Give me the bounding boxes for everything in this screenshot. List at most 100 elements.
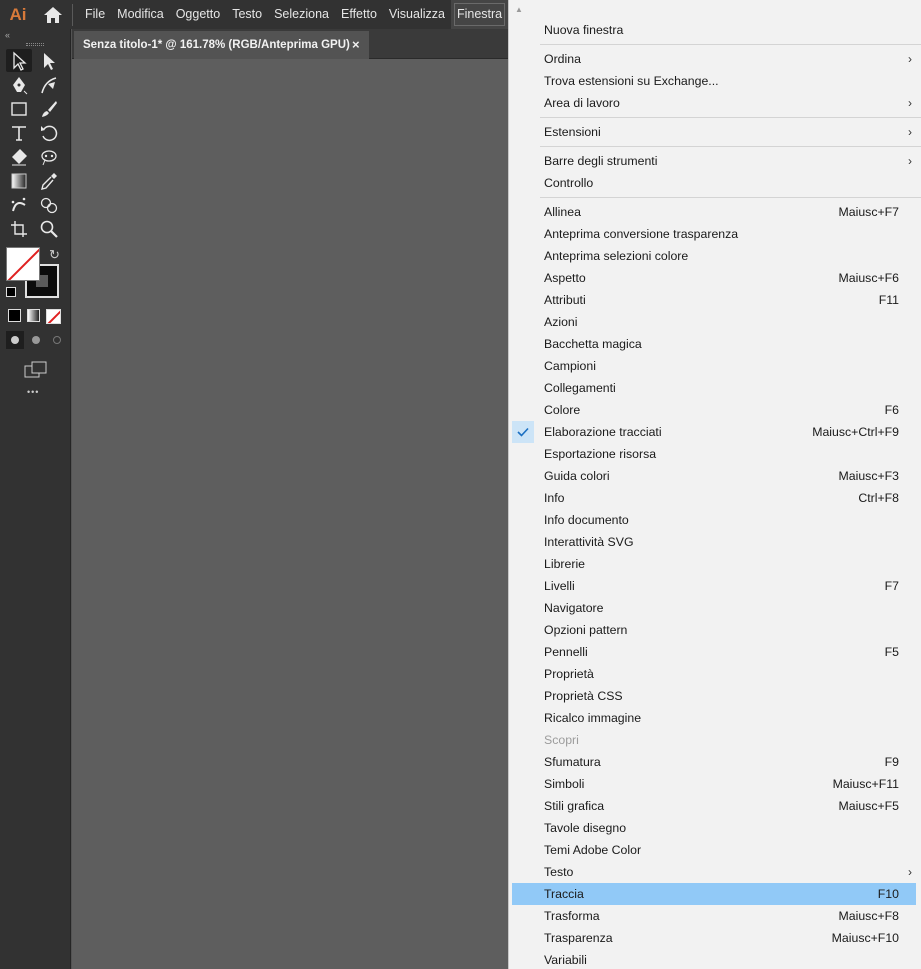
menu-item-label: Anteprima conversione trasparenza: [544, 227, 739, 241]
menu-finestra[interactable]: Finestra: [450, 0, 509, 29]
menu-item-label: Colore: [544, 403, 581, 417]
pen-tool[interactable]: [6, 73, 32, 96]
menu-item-barre-degli-strumenti[interactable]: Barre degli strumenti ›: [509, 150, 921, 172]
curvature-icon: [41, 76, 57, 93]
menu-item-anteprima-conversione-trasparenza[interactable]: Anteprima conversione trasparenza: [509, 223, 921, 245]
menu-item-interattività-svg[interactable]: Interattività SVG: [509, 531, 921, 553]
menu-item-trova-estensioni-su-exchange[interactable]: Trova estensioni su Exchange...: [509, 70, 921, 92]
menu-item-ordina[interactable]: Ordina ›: [509, 48, 921, 70]
menu-item-shortcut: F9: [884, 755, 899, 769]
menu-item-colore[interactable]: Colore F6: [509, 399, 921, 421]
screen-mode-icon: [24, 361, 47, 378]
gradient-tool[interactable]: [6, 169, 32, 192]
menu-file[interactable]: File: [79, 0, 111, 29]
menu-item-label: Azioni: [544, 315, 578, 329]
puppet-warp-tool[interactable]: [36, 145, 62, 168]
none-mode-button[interactable]: [46, 309, 61, 324]
menu-item-estensioni[interactable]: Estensioni ›: [509, 121, 921, 143]
direct-selection-tool[interactable]: [36, 49, 62, 72]
draw-behind-button[interactable]: [27, 331, 45, 349]
rotate-tool[interactable]: [36, 121, 62, 144]
menu-item-info[interactable]: Info Ctrl+F8: [509, 487, 921, 509]
menu-item-simboli[interactable]: Simboli Maiusc+F11: [509, 773, 921, 795]
screen-mode-button[interactable]: [24, 361, 48, 379]
menu-seleziona[interactable]: Seleziona: [268, 0, 335, 29]
menu-item-trasparenza[interactable]: Trasparenza Maiusc+F10: [509, 927, 921, 949]
curvature-tool[interactable]: [36, 73, 62, 96]
zoom-tool[interactable]: [36, 217, 62, 240]
menu-effetto[interactable]: Effetto: [335, 0, 383, 29]
menu-item-shortcut: F7: [884, 579, 899, 593]
eraser-tool[interactable]: [6, 145, 32, 168]
shape-builder-tool[interactable]: [36, 193, 62, 216]
menu-item-guida-colori[interactable]: Guida colori Maiusc+F3: [509, 465, 921, 487]
menu-item-esportazione-risorsa[interactable]: Esportazione risorsa: [509, 443, 921, 465]
menu-item-label: Trasparenza: [544, 931, 613, 945]
default-fill-stroke-icon[interactable]: [6, 287, 16, 297]
color-mode-button[interactable]: [8, 309, 21, 322]
panel-grip[interactable]: [0, 41, 70, 49]
eyedropper-tool[interactable]: [36, 169, 62, 192]
menu-item-aspetto[interactable]: Aspetto Maiusc+F6: [509, 267, 921, 289]
menu-item-attributi[interactable]: Attributi F11: [509, 289, 921, 311]
gradient-mode-button[interactable]: [27, 309, 40, 322]
canvas[interactable]: [72, 59, 508, 969]
home-button[interactable]: [36, 0, 70, 29]
menu-modifica[interactable]: Modifica: [111, 0, 170, 29]
menu-item-librerie[interactable]: Librerie: [509, 553, 921, 575]
menu-item-navigatore[interactable]: Navigatore: [509, 597, 921, 619]
menu-item-campioni[interactable]: Campioni: [509, 355, 921, 377]
menu-item-testo[interactable]: Testo ›: [509, 861, 921, 883]
menu-item-elaborazione-tracciati[interactable]: Elaborazione tracciati Maiusc+Ctrl+F9: [509, 421, 921, 443]
menu-item-label: Opzioni pattern: [544, 623, 628, 637]
menu-item-label: Variabili: [544, 953, 587, 967]
menu-item-pennelli[interactable]: Pennelli F5: [509, 641, 921, 663]
document-tab[interactable]: Senza titolo-1* @ 161.78% (RGB/Anteprima…: [74, 31, 369, 59]
menu-item-controllo[interactable]: Controllo: [509, 172, 921, 194]
menu-item-label: Livelli: [544, 579, 575, 593]
menu-item-info-documento[interactable]: Info documento: [509, 509, 921, 531]
menu-item-allinea[interactable]: Allinea Maiusc+F7: [509, 201, 921, 223]
menu-item-stili-grafica[interactable]: Stili grafica Maiusc+F5: [509, 795, 921, 817]
selection-tool[interactable]: [6, 49, 32, 72]
paintbrush-tool[interactable]: [36, 97, 62, 120]
menu-item-anteprima-selezioni-colore[interactable]: Anteprima selezioni colore: [509, 245, 921, 267]
menu-item-variabili[interactable]: Variabili: [509, 949, 921, 969]
menu-item-ricalco-immagine[interactable]: Ricalco immagine: [509, 707, 921, 729]
menu-testo[interactable]: Testo: [226, 0, 268, 29]
menu-item-tavole-disegno[interactable]: Tavole disegno: [509, 817, 921, 839]
menu-item-livelli[interactable]: Livelli F7: [509, 575, 921, 597]
menu-item-opzioni-pattern[interactable]: Opzioni pattern: [509, 619, 921, 641]
close-tab-icon[interactable]: ×: [352, 31, 360, 59]
submenu-arrow-icon: ›: [908, 52, 912, 66]
menu-item-trasforma[interactable]: Trasforma Maiusc+F8: [509, 905, 921, 927]
type-tool[interactable]: [6, 121, 32, 144]
menu-item-nuova-finestra[interactable]: Nuova finestra: [509, 19, 921, 41]
paintbrush-icon: [42, 100, 57, 117]
menu-item-bacchetta-magica[interactable]: Bacchetta magica: [509, 333, 921, 355]
type-icon: [12, 125, 26, 141]
menu-item-proprietà-css[interactable]: Proprietà CSS: [509, 685, 921, 707]
menu-item-collegamenti[interactable]: Collegamenti: [509, 377, 921, 399]
swap-fill-stroke-icon[interactable]: ↻: [49, 247, 60, 263]
menu-item-sfumatura[interactable]: Sfumatura F9: [509, 751, 921, 773]
menu-visualizza[interactable]: Visualizza: [383, 0, 451, 29]
rectangle-tool[interactable]: [6, 97, 32, 120]
shape-builder-icon: [40, 197, 58, 213]
submenu-arrow-icon: ›: [908, 154, 912, 168]
menu-item-label: Ordina: [544, 52, 581, 66]
collapse-panel-button[interactable]: «: [0, 29, 70, 41]
draw-inside-button[interactable]: [48, 331, 66, 349]
menu-item-temi-adobe-color[interactable]: Temi Adobe Color: [509, 839, 921, 861]
menu-item-proprietà[interactable]: Proprietà: [509, 663, 921, 685]
scroll-up-icon[interactable]: ▲: [509, 0, 921, 19]
menu-item-azioni[interactable]: Azioni: [509, 311, 921, 333]
artboard-tool[interactable]: [6, 217, 32, 240]
menu-item-area-di-lavoro[interactable]: Area di lavoro ›: [509, 92, 921, 114]
symbol-sprayer-tool[interactable]: [6, 193, 32, 216]
draw-normal-button[interactable]: [6, 331, 24, 349]
menu-oggetto[interactable]: Oggetto: [170, 0, 226, 29]
edit-toolbar-button[interactable]: •••: [27, 387, 70, 397]
menu-item-traccia[interactable]: Traccia F10: [512, 883, 916, 905]
fill-swatch-none[interactable]: [6, 247, 40, 281]
